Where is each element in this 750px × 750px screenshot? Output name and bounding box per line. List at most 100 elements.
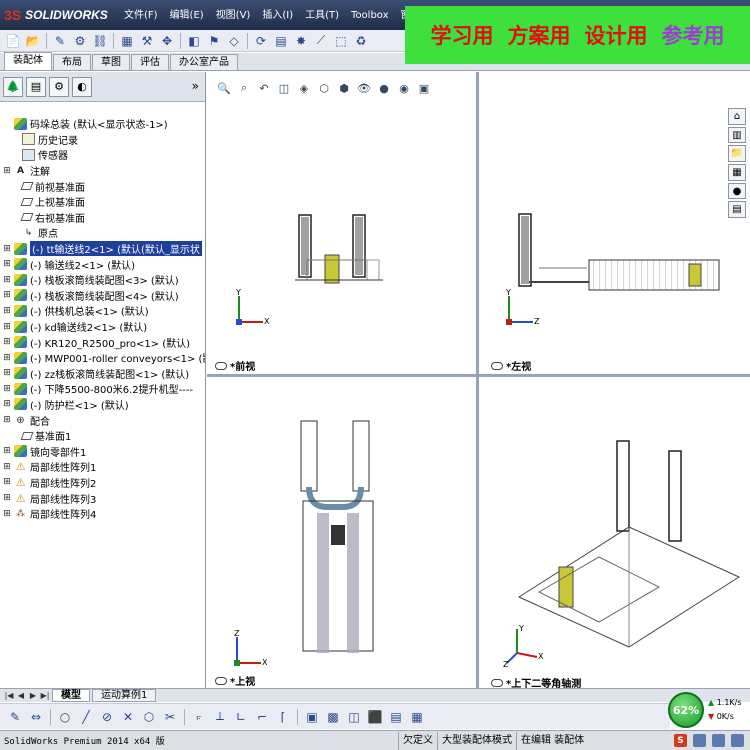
smart-fasteners-icon[interactable]: ⚒ (138, 32, 156, 50)
make-block-icon[interactable]: ▩ (324, 708, 342, 726)
expand-toggle-icon[interactable]: ⊞ (2, 353, 12, 363)
hide-show-items-icon[interactable]: 👁 (356, 80, 372, 96)
viewport-isometric[interactable]: Y X Z *上下二等角轴测 (479, 377, 750, 688)
new-motion-study-icon[interactable]: ⟳ (252, 32, 270, 50)
tree-item[interactable]: ⊞ ⚠ 局部线性阵列3 (0, 490, 205, 506)
tree-item[interactable]: ⊞ ⁂ 局部线性阵列4 (0, 506, 205, 522)
tree-item[interactable]: ↳ 原点 (0, 225, 205, 241)
tree-item[interactable]: ⊞ 镜向零部件1 (0, 443, 205, 459)
expand-toggle-icon[interactable]: ⊞ (2, 509, 12, 519)
tree-item[interactable]: ⊞ A 注解 (0, 163, 205, 179)
bill-of-materials-icon[interactable]: ▤ (272, 32, 290, 50)
cross-icon[interactable]: ✕ (119, 708, 137, 726)
feature-tree-icon[interactable]: 🌲 (3, 76, 23, 97)
viewport-front[interactable]: Y X *前视 (207, 100, 476, 374)
display-style-icon[interactable]: ⬢ (336, 80, 352, 96)
tree-item[interactable]: ⊞ (-) MWP001-roller conveyors<1> (默认 (0, 350, 205, 366)
tree-item[interactable]: ⊞ (-) 栈板滚筒线装配图<3> (默认) (0, 272, 205, 288)
property-manager-icon[interactable]: ▤ (26, 76, 46, 97)
offset-icon[interactable]: ⟔ (190, 708, 208, 726)
tree-item[interactable]: ⊞ (-) 栈板滚筒线装配图<4> (默认) (0, 288, 205, 304)
tree-item[interactable]: 右视基准面 (0, 210, 205, 226)
zoom-to-fit-icon[interactable]: 🔍 (216, 80, 232, 96)
centerline-icon[interactable]: ⊘ (98, 708, 116, 726)
zoom-area-icon[interactable]: ⌕ (236, 80, 252, 96)
link-views-icon[interactable] (215, 676, 227, 685)
expand-toggle-icon[interactable]: ⊞ (2, 244, 12, 254)
tree-item[interactable]: ⊞ (-) KR120_R2500_pro<1> (默认) (0, 334, 205, 350)
tree-item[interactable]: 上视基准面 (0, 194, 205, 210)
sketch-icon[interactable]: ✎ (6, 708, 24, 726)
menu-view[interactable]: 视图(V) (210, 8, 257, 24)
view-palette-icon[interactable]: ▦ (728, 164, 746, 181)
tree-item[interactable]: ⊞ (-) 供栈机总装<1> (默认) (0, 303, 205, 319)
menu-toolbox[interactable]: Toolbox (345, 8, 395, 24)
rebuild-icon[interactable]: ♻ (352, 32, 370, 50)
next-tab-arrow-icon[interactable]: ▶ (28, 691, 38, 700)
block-icon[interactable]: ▣ (303, 708, 321, 726)
expand-toggle-icon[interactable]: ⊞ (2, 368, 12, 378)
tree-item[interactable]: ⊞ ⚠ 局部线性阵列1 (0, 459, 205, 475)
tree-item[interactable]: ⊞ ⚠ 局部线性阵列2 (0, 475, 205, 491)
reference-geometry-icon[interactable]: ◇ (225, 32, 243, 50)
show-hidden-icon[interactable]: ◧ (185, 32, 203, 50)
link-views-icon[interactable] (215, 361, 227, 370)
expand-toggle-icon[interactable]: ⊞ (2, 337, 12, 347)
tree-item[interactable]: ⊞ (-) tt输送线2<1> (默认(默认_显示状 (0, 241, 205, 257)
expand-toggle-icon[interactable]: ⊞ (2, 322, 12, 332)
link-views-icon[interactable] (491, 361, 503, 370)
exploded-view-icon[interactable]: ✸ (292, 32, 310, 50)
insert-block-icon[interactable]: ◫ (345, 708, 363, 726)
menu-file[interactable]: 文件(F) (118, 8, 164, 24)
expand-panel-icon[interactable]: » (192, 79, 199, 93)
solidworks-resources-icon[interactable]: ⌂ (728, 108, 746, 125)
dynamic-annotation-icon[interactable]: ◈ (296, 80, 312, 96)
fillet-icon[interactable]: ⌐ (253, 708, 271, 726)
view-settings-icon[interactable]: ▣ (416, 80, 432, 96)
display-manager-icon[interactable]: ◐ (72, 76, 92, 97)
expand-toggle-icon[interactable]: ⊞ (2, 493, 12, 503)
tree-item[interactable]: 传感器 (0, 147, 205, 163)
tree-item[interactable]: ⊞ (-) 下降5500-800米6.2提升机型---- (0, 381, 205, 397)
first-tab-arrow-icon[interactable]: |◀ (4, 691, 14, 700)
tray-icon-2[interactable] (712, 734, 725, 747)
tab-office-products[interactable]: 办公室产品 (170, 54, 238, 70)
expand-toggle-icon[interactable]: ⊞ (2, 462, 12, 472)
apply-scene-icon[interactable]: ◉ (396, 80, 412, 96)
table-icon[interactable]: ▤ (387, 708, 405, 726)
section-view-icon[interactable]: ◫ (276, 80, 292, 96)
tray-icon-1[interactable] (693, 734, 706, 747)
last-tab-arrow-icon[interactable]: ▶| (40, 691, 50, 700)
edit-appearance-icon[interactable]: ● (376, 80, 392, 96)
insert-component-icon[interactable]: ⚙ (71, 32, 89, 50)
expand-toggle-icon[interactable]: ⊞ (2, 259, 12, 269)
menu-insert[interactable]: 插入(I) (256, 8, 299, 24)
smart-dimension-icon[interactable]: ⇔ (27, 708, 45, 726)
prev-tab-arrow-icon[interactable]: ◀ (16, 691, 26, 700)
expand-toggle-icon[interactable]: ⊞ (2, 399, 12, 409)
viewport-splitter-vertical[interactable] (476, 72, 479, 688)
tree-item[interactable]: 前视基准面 (0, 178, 205, 194)
viewport-left[interactable]: Y Z *左视 (479, 72, 750, 374)
tab-evaluate[interactable]: 评估 (131, 54, 169, 70)
linear-pattern-icon[interactable]: ▦ (118, 32, 136, 50)
explode-line-sketch-icon[interactable]: ⟋ (312, 32, 330, 50)
tree-item[interactable]: 历史记录 (0, 132, 205, 148)
convert-entities-icon[interactable]: ∟ (232, 708, 250, 726)
tab-motion-study-1[interactable]: 运动算例1 (92, 689, 157, 702)
solidworks-logo[interactable]: 3S SOLIDWORKS (4, 5, 108, 25)
expand-toggle-icon[interactable]: ⊞ (2, 477, 12, 487)
previous-view-icon[interactable]: ↶ (256, 80, 272, 96)
configuration-manager-icon[interactable]: ⚙ (49, 76, 69, 97)
tab-sketch[interactable]: 草图 (92, 54, 130, 70)
design-library-icon[interactable]: ▥ (728, 126, 746, 144)
instant3d-icon[interactable]: ⬚ (332, 32, 350, 50)
open-folder-icon[interactable]: 📂 (24, 32, 42, 50)
expand-toggle-icon[interactable]: ⊞ (2, 166, 12, 176)
grid-icon[interactable]: ▦ (408, 708, 426, 726)
expand-toggle-icon[interactable]: ⊞ (2, 415, 12, 425)
mate-icon[interactable]: ⛓ (91, 32, 109, 50)
viewport-splitter-horizontal[interactable] (207, 374, 750, 377)
mirror-icon[interactable]: ⟂ (211, 708, 229, 726)
cube-icon[interactable]: ⬛ (366, 708, 384, 726)
